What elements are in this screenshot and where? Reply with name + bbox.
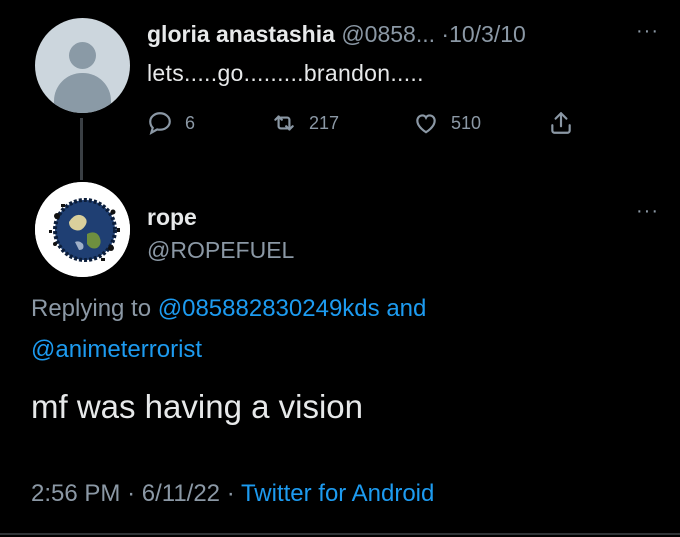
parent-display-name[interactable]: gloria anastashia (147, 21, 335, 47)
earth-image-icon (35, 182, 130, 277)
reply-handle[interactable]: @ROPEFUEL (147, 237, 294, 264)
share-button[interactable] (548, 110, 574, 136)
reply-icon (149, 112, 171, 136)
parent-handle[interactable]: @0858... (341, 21, 435, 47)
reply-avatar[interactable] (35, 182, 130, 277)
tweet-time[interactable]: 2:56 PM (31, 480, 120, 507)
default-avatar-body (54, 73, 111, 113)
reply-tweet-text: mf was having a vision (31, 388, 363, 425)
parent-date[interactable]: 10/3/10 (449, 21, 526, 47)
like-count: 510 (451, 112, 482, 133)
retweet-icon (274, 115, 294, 131)
reply-display-name[interactable]: rope (147, 204, 197, 231)
parent-tweet-text: lets.....go.........brandon..... (147, 60, 424, 86)
default-avatar-head (69, 42, 96, 69)
parent-tweet-header: gloria anastashia @0858... ·10/3/10 (147, 21, 526, 48)
reply-more-button[interactable]: ··· (636, 200, 659, 223)
mention-link-2[interactable]: @animeterrorist (31, 336, 202, 364)
tweet-date[interactable]: 6/11/22 (142, 480, 220, 507)
header-separator: · (441, 21, 450, 47)
thread-connector-line (80, 118, 83, 180)
heart-icon (416, 114, 436, 134)
like-button[interactable]: 510 (413, 110, 481, 136)
divider (0, 533, 680, 535)
retweet-count: 217 (309, 112, 340, 133)
replying-to-and: and (386, 295, 427, 322)
replying-to-line: Replying to @085882830249kds and (31, 295, 426, 323)
share-icon (551, 112, 571, 134)
reply-count: 6 (185, 112, 196, 133)
mention-link-1[interactable]: @085882830249kds (158, 295, 380, 322)
reply-button[interactable]: 6 (147, 110, 195, 136)
parent-more-button[interactable]: ··· (636, 20, 659, 43)
retweet-button[interactable]: 217 (271, 110, 339, 136)
tweet-metadata: 2:56 PM · 6/11/22 · Twitter for Android (31, 480, 434, 508)
meta-separator: · (226, 480, 235, 507)
meta-separator: · (127, 480, 136, 507)
parent-avatar[interactable] (35, 18, 130, 113)
tweet-source-link[interactable]: Twitter for Android (241, 480, 434, 507)
replying-to-prefix: Replying to (31, 295, 152, 322)
